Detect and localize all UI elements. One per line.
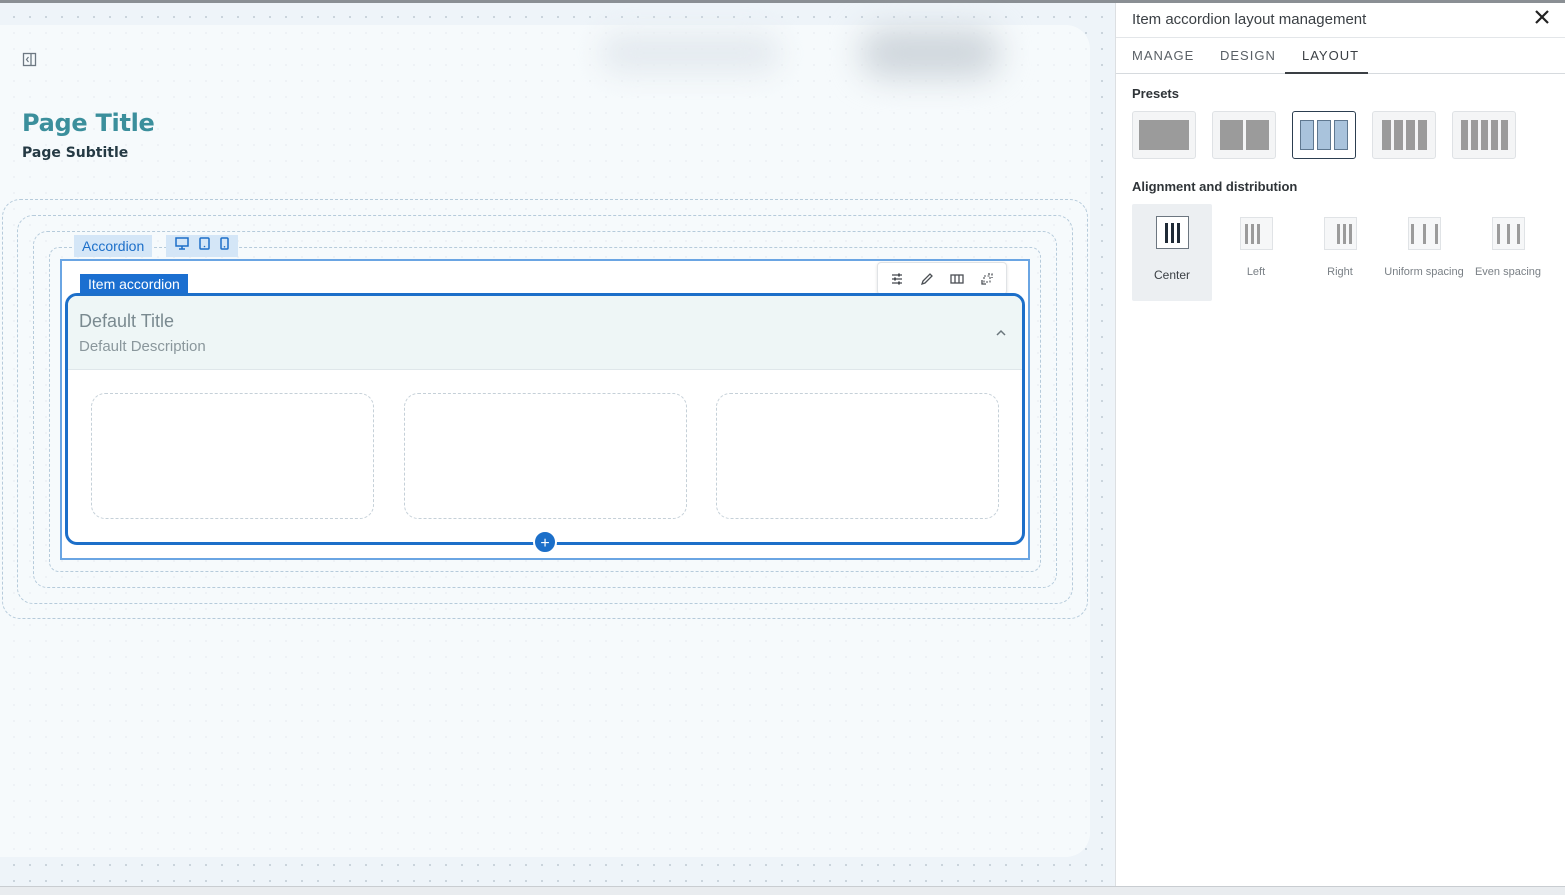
panel-title: Item accordion layout management xyxy=(1132,11,1367,28)
device-visibility-toggles xyxy=(166,235,238,257)
blurred-header-element xyxy=(600,33,780,73)
align-option-label: Uniform spacing xyxy=(1384,266,1464,278)
align-center-icon xyxy=(1156,216,1189,249)
align-left-icon xyxy=(1240,217,1273,250)
accordion-item-title[interactable]: Default Title xyxy=(79,311,174,332)
page-subtitle[interactable]: Page Subtitle xyxy=(22,145,128,161)
preset-column-block xyxy=(1405,120,1415,150)
move-icon[interactable] xyxy=(979,271,995,287)
preset-column-block xyxy=(1219,120,1243,150)
columns-icon[interactable] xyxy=(949,271,965,287)
chevron-up-icon[interactable] xyxy=(994,326,1008,340)
preset-2-columns[interactable] xyxy=(1212,111,1276,159)
settings-sliders-icon[interactable] xyxy=(889,271,905,287)
align-option-label: Right xyxy=(1327,266,1353,278)
align-right-icon xyxy=(1324,217,1357,250)
accordion-item-description[interactable]: Default Description xyxy=(79,338,206,355)
tab-design[interactable]: DESIGN xyxy=(1220,48,1276,63)
accordion-item-panel: Default Title Default Description xyxy=(65,293,1025,545)
collapse-sidebar-icon[interactable] xyxy=(22,52,37,67)
preset-column-block xyxy=(1317,120,1331,150)
add-item-button[interactable]: + xyxy=(533,530,557,554)
active-tab-indicator xyxy=(1285,72,1368,74)
preset-column-block xyxy=(1470,120,1478,150)
align-center-option[interactable]: Center xyxy=(1132,204,1212,301)
uniform-spacing-icon xyxy=(1408,217,1441,250)
preset-column-block xyxy=(1480,120,1488,150)
tab-manage[interactable]: MANAGE xyxy=(1132,48,1194,63)
blurred-header-element xyxy=(860,28,1000,78)
preset-3-columns[interactable] xyxy=(1292,111,1356,159)
preset-column-block xyxy=(1417,120,1427,150)
window-bottom-border xyxy=(0,886,1565,895)
align-right-option[interactable]: Right xyxy=(1300,204,1380,301)
column-dropzone[interactable] xyxy=(91,393,374,519)
align-option-label: Left xyxy=(1246,266,1266,278)
editor-canvas: Page Title Page Subtitle Accordion Item … xyxy=(0,3,1115,886)
preset-column-block xyxy=(1460,120,1468,150)
accordion-item-header[interactable]: Default Title Default Description xyxy=(68,296,1022,370)
preset-column-block xyxy=(1490,120,1498,150)
panel-tabs: MANAGE DESIGN LAYOUT xyxy=(1116,38,1565,74)
even-spacing-icon xyxy=(1492,217,1525,250)
preset-column-block xyxy=(1334,120,1348,150)
even-spacing-option[interactable]: Even spacing xyxy=(1468,204,1548,301)
align-option-label: Even spacing xyxy=(1474,266,1542,278)
uniform-spacing-option[interactable]: Uniform spacing xyxy=(1384,204,1464,301)
preset-4-columns[interactable] xyxy=(1372,111,1436,159)
preset-column-block xyxy=(1393,120,1403,150)
column-dropzone[interactable] xyxy=(404,393,687,519)
desktop-icon[interactable] xyxy=(175,237,189,255)
tab-layout[interactable]: LAYOUT xyxy=(1302,48,1359,63)
column-dropzone[interactable] xyxy=(716,393,999,519)
preset-5-columns[interactable] xyxy=(1452,111,1516,159)
alignment-heading: Alignment and distribution xyxy=(1132,179,1298,194)
preset-column-block xyxy=(1245,120,1269,150)
preset-column-block xyxy=(1381,120,1391,150)
align-left-option[interactable]: Left xyxy=(1216,204,1296,301)
close-icon[interactable] xyxy=(1533,8,1551,26)
item-toolbar xyxy=(877,262,1007,295)
accordion-component-tag[interactable]: Accordion xyxy=(74,235,153,257)
edit-pencil-icon[interactable] xyxy=(919,271,935,287)
preset-column-block xyxy=(1500,120,1508,150)
tablet-icon[interactable] xyxy=(199,237,210,255)
layout-management-panel: Item accordion layout management MANAGE … xyxy=(1115,3,1565,886)
align-option-label: Center xyxy=(1153,268,1191,282)
page-title[interactable]: Page Title xyxy=(22,109,155,137)
preset-column-block xyxy=(1139,120,1189,150)
preset-column-block xyxy=(1300,120,1314,150)
presets-heading: Presets xyxy=(1132,86,1179,101)
preset-1-column[interactable] xyxy=(1132,111,1196,159)
item-accordion-tag[interactable]: Item accordion xyxy=(80,274,188,295)
mobile-icon[interactable] xyxy=(220,237,229,255)
